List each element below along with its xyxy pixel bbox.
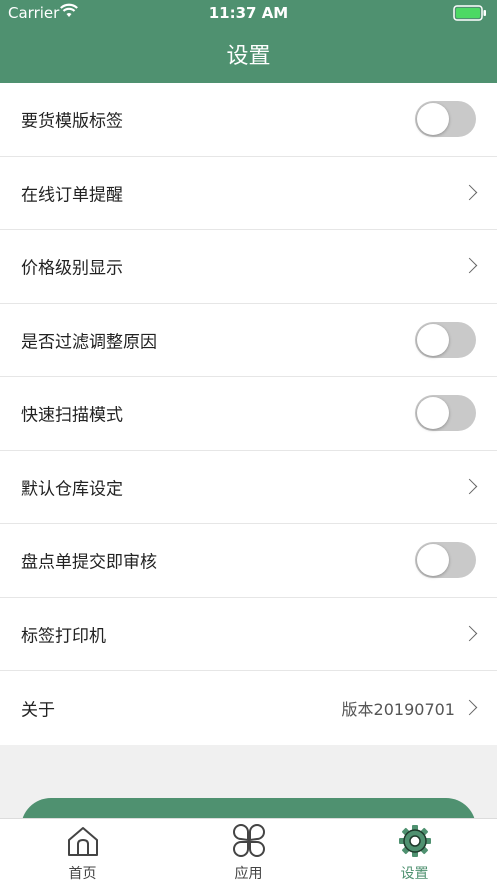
settings-row-label: 要货模版标签 — [21, 111, 123, 132]
settings-row-filter-adjust-reason: 是否过滤调整原因 — [0, 304, 497, 377]
inventory-auto-approve-toggle[interactable] — [415, 542, 476, 579]
settings-row-online-order-reminder[interactable]: 在线订单提醒 — [0, 157, 497, 230]
battery-icon — [453, 5, 487, 25]
version-value: 版本20190701 — [341, 699, 455, 719]
chevron-right-icon — [461, 257, 478, 274]
toggle-knob — [417, 397, 449, 430]
settings-row-about[interactable]: 关于 版本20190701 — [0, 671, 497, 745]
tab-label: 应用 — [234, 866, 263, 882]
settings-row-price-level-display[interactable]: 价格级别显示 — [0, 230, 497, 304]
filter-adjust-reason-toggle[interactable] — [415, 321, 476, 358]
toggle-knob — [417, 323, 449, 356]
settings-row-label: 在线订单提醒 — [21, 185, 123, 206]
settings-row-label: 关于 — [21, 700, 55, 721]
apps-icon — [232, 824, 266, 862]
status-bar: Carrier 11:37 AM — [0, 0, 497, 26]
settings-row-label: 价格级别显示 — [21, 258, 123, 279]
header: Carrier 11:37 AM 设置 — [0, 0, 497, 83]
settings-row-label: 标签打印机 — [21, 626, 106, 647]
tab-home[interactable]: 首页 — [0, 819, 165, 884]
settings-row-inventory-auto-approve: 盘点单提交即审核 — [0, 524, 497, 598]
tab-bar: 首页 应用 设置 — [0, 818, 497, 884]
toggle-knob — [417, 544, 449, 577]
toggle-knob — [417, 103, 449, 136]
settings-row-template-label: 要货模版标签 — [0, 83, 497, 157]
status-time: 11:37 AM — [208, 4, 289, 22]
settings-row-quick-scan-mode: 快速扫描模式 — [0, 377, 497, 451]
settings-row-label: 是否过滤调整原因 — [21, 332, 157, 353]
settings-list: 要货模版标签 在线订单提醒 价格级别显示 是否过滤调整原因 快速扫描模式 默认仓… — [0, 83, 497, 745]
tab-settings[interactable]: 设置 — [332, 819, 497, 884]
chevron-right-icon — [461, 478, 478, 495]
chevron-right-icon — [461, 699, 478, 716]
page-title: 设置 — [226, 44, 271, 69]
gear-icon — [398, 824, 432, 862]
tab-apps[interactable]: 应用 — [166, 819, 331, 884]
home-icon — [66, 824, 100, 862]
tab-label: 设置 — [400, 866, 429, 882]
settings-row-default-warehouse[interactable]: 默认仓库设定 — [0, 451, 497, 524]
quick-scan-toggle[interactable] — [415, 395, 476, 432]
template-label-toggle[interactable] — [415, 101, 476, 138]
tab-label: 首页 — [68, 866, 97, 882]
settings-row-label: 默认仓库设定 — [21, 479, 123, 500]
chevron-right-icon — [461, 625, 478, 642]
chevron-right-icon — [461, 184, 478, 201]
settings-row-label-printer[interactable]: 标签打印机 — [0, 598, 497, 671]
settings-row-label: 盘点单提交即审核 — [21, 552, 157, 573]
settings-row-label: 快速扫描模式 — [21, 405, 123, 426]
